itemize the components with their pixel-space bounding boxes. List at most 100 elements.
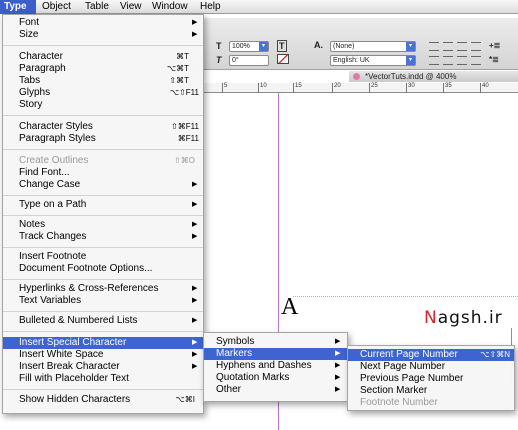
submenu-arrow-icon: ▶: [335, 374, 341, 381]
menu-item-type-on-path[interactable]: Type on a Path ▶: [3, 199, 203, 211]
shortcut: ⌥⇧⌘N: [480, 350, 510, 359]
justify-right-icon[interactable]: [457, 56, 467, 65]
menu-item-insert-special-character[interactable]: Insert Special Character ▶: [3, 337, 203, 349]
menu-item-label: Insert Footnote: [19, 251, 87, 262]
menu-window[interactable]: Window: [148, 0, 192, 14]
submenu-item-current-page-number[interactable]: Current Page Number ⌥⇧⌘N: [348, 349, 514, 361]
justify-center-icon[interactable]: [443, 56, 453, 65]
submenu-item-hyphens-dashes[interactable]: Hyphens and Dashes ▶: [204, 360, 347, 372]
menu-object[interactable]: Object: [38, 0, 75, 14]
markers-submenu: Current Page Number ⌥⇧⌘N Next Page Number…: [347, 345, 515, 411]
shortcut: ⌥⇧F11: [169, 88, 199, 97]
menu-item-label: Symbols: [216, 336, 255, 347]
menu-item-size[interactable]: Size ▶: [3, 29, 203, 41]
justify-left-icon[interactable]: [429, 56, 439, 65]
menu-type[interactable]: Type: [0, 0, 36, 14]
menu-item-label: Glyphs: [19, 87, 51, 98]
stroke-none-icon[interactable]: [277, 54, 289, 64]
align-center-icon[interactable]: [443, 42, 453, 51]
menu-item-insert-white-space[interactable]: Insert White Space ▶: [3, 349, 203, 361]
menu-item-label: Document Footnote Options...: [19, 263, 153, 274]
menu-item-bulleted-lists[interactable]: Bulleted & Numbered Lists ▶: [3, 315, 203, 327]
menu-item-hyperlinks[interactable]: Hyperlinks & Cross-References ▶: [3, 283, 203, 295]
sample-glyph[interactable]: A: [281, 294, 298, 320]
submenu-arrow-icon: ▶: [192, 317, 198, 324]
close-tab-icon[interactable]: [353, 73, 360, 80]
menu-item-find-font[interactable]: Find Font...: [3, 167, 203, 179]
menu-item-label: Tabs: [19, 75, 41, 86]
skew-value: 0°: [232, 57, 239, 64]
menu-item-font[interactable]: Font ▶: [3, 17, 203, 29]
submenu-arrow-icon: ▶: [192, 31, 198, 38]
menu-item-tabs[interactable]: Tabs ⇧⌘T: [3, 75, 203, 87]
submenu-item-quotation-marks[interactable]: Quotation Marks ▶: [204, 372, 347, 384]
document-tab-title: *VectorTuts.indd @ 400%: [365, 72, 457, 81]
submenu-arrow-icon: ▶: [335, 362, 341, 369]
language-dropdown-icon[interactable]: ▾: [406, 56, 415, 65]
ruler-tick: 5: [222, 83, 227, 93]
document-tab[interactable]: *VectorTuts.indd @ 400%: [349, 71, 518, 82]
menu-item-insert-break-character[interactable]: Insert Break Character ▶: [3, 361, 203, 373]
menu-table[interactable]: Table: [81, 0, 113, 14]
menu-item-show-hidden-characters[interactable]: Show Hidden Characters ⌥⌘I: [3, 394, 203, 406]
menu-item-label: Type on a Path: [19, 199, 87, 210]
menu-item-fill-placeholder[interactable]: Fill with Placeholder Text: [3, 373, 203, 385]
menu-item-text-variables[interactable]: Text Variables ▶: [3, 295, 203, 307]
menu-item-story[interactable]: Story: [3, 99, 203, 111]
menu-item-label: Show Hidden Characters: [19, 394, 131, 405]
menu-item-paragraph-styles[interactable]: Paragraph Styles ⌘F11: [3, 133, 203, 145]
ruler-tick: 25: [369, 83, 378, 93]
character-style-select[interactable]: (None) ▾: [330, 41, 416, 52]
menu-item-label: Markers: [216, 348, 253, 359]
menu-item-label: Other: [216, 384, 242, 395]
menu-view[interactable]: View: [116, 0, 146, 14]
menu-item-label: Story: [19, 99, 43, 110]
ruler-tick: 40: [480, 83, 489, 93]
tracking-field[interactable]: 100% ▾: [229, 41, 269, 52]
submenu-arrow-icon: ▶: [192, 201, 198, 208]
skew-field[interactable]: 0°: [229, 55, 269, 66]
menu-help[interactable]: Help: [196, 0, 225, 14]
submenu-item-markers[interactable]: Markers ▶: [204, 348, 347, 360]
ruler-tick: 10: [258, 83, 267, 93]
text-color-icon[interactable]: T: [277, 40, 287, 52]
menu-item-footnote-options[interactable]: Document Footnote Options...: [3, 263, 203, 275]
submenu-arrow-icon: ▶: [192, 19, 198, 26]
align-left-icon[interactable]: [429, 42, 439, 51]
language-value: English: UK: [333, 57, 370, 64]
menu-item-label: Paragraph: [19, 63, 66, 74]
character-style-dropdown-icon[interactable]: ▾: [406, 42, 415, 51]
submenu-item-previous-page-number[interactable]: Previous Page Number: [348, 373, 514, 385]
submenu-arrow-icon: ▶: [335, 338, 341, 345]
menu-item-label: Section Marker: [360, 385, 428, 396]
menu-item-label: Insert Break Character: [19, 361, 120, 372]
align-right-icon[interactable]: [457, 42, 467, 51]
horizontal-ruler[interactable]: 5 10 15 20 25 30 35 40: [195, 83, 518, 93]
menu-item-track-changes[interactable]: Track Changes ▶: [3, 231, 203, 243]
language-select[interactable]: English: UK ▾: [330, 55, 416, 66]
submenu-item-next-page-number[interactable]: Next Page Number: [348, 361, 514, 373]
menu-item-label: Current Page Number: [360, 349, 458, 360]
submenu-item-section-marker[interactable]: Section Marker: [348, 385, 514, 397]
submenu-item-other[interactable]: Other ▶: [204, 384, 347, 396]
menu-item-paragraph[interactable]: Paragraph ⌥⌘T: [3, 63, 203, 75]
shortcut: ⌥⌘T: [166, 64, 189, 73]
menu-item-label: Find Font...: [19, 167, 70, 178]
menu-separator: [3, 279, 203, 280]
menu-item-insert-footnote[interactable]: Insert Footnote: [3, 251, 203, 263]
menu-item-label: Notes: [19, 219, 46, 230]
menu-item-change-case[interactable]: Change Case ▶: [3, 179, 203, 191]
shortcut: ⌘F11: [177, 134, 199, 143]
tracking-dropdown-icon[interactable]: ▾: [259, 42, 268, 51]
align-towards-spine-icon[interactable]: [471, 42, 481, 51]
menu-item-label: Footnote Number: [360, 397, 438, 408]
submenu-item-symbols[interactable]: Symbols ▶: [204, 336, 347, 348]
menu-item-character-styles[interactable]: Character Styles ⇧⌘F11: [3, 121, 203, 133]
justify-all-icon[interactable]: [471, 56, 481, 65]
menu-item-label: Insert White Space: [19, 349, 104, 360]
submenu-arrow-icon: ▶: [192, 221, 198, 228]
submenu-arrow-icon: ▶: [192, 339, 198, 346]
menu-item-glyphs[interactable]: Glyphs ⌥⇧F11: [3, 87, 203, 99]
menu-item-notes[interactable]: Notes ▶: [3, 219, 203, 231]
menu-item-character[interactable]: Character ⌘T: [3, 51, 203, 63]
